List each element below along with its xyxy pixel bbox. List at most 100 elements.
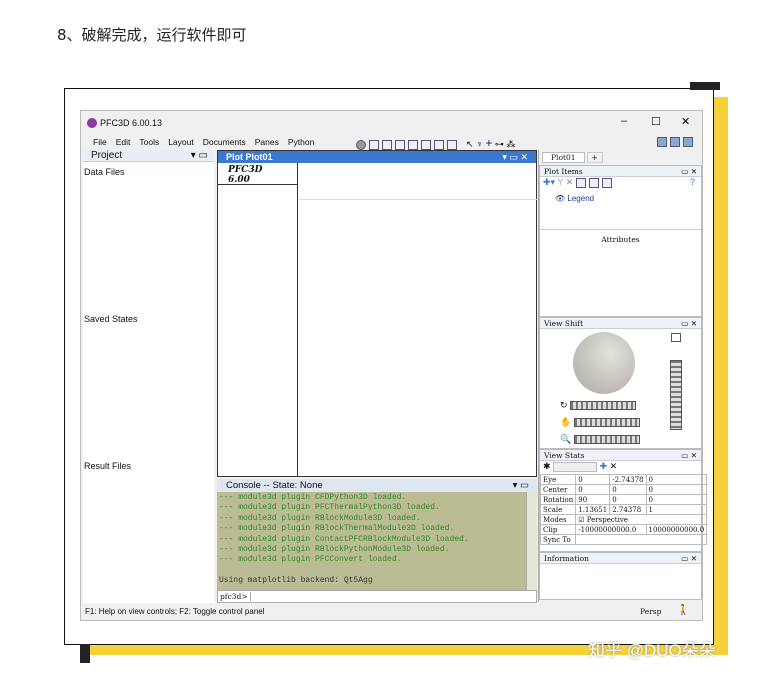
reset-view-icon[interactable] (671, 333, 681, 342)
check-icon[interactable] (447, 139, 457, 150)
pan-slider[interactable] (573, 418, 640, 428)
table-row: Modes ☑ Perspective (539, 514, 708, 525)
console-line: --- module3d plugin PFCThermalPython3D l… (219, 503, 440, 513)
pan-slider-row[interactable]: ✋ (560, 417, 640, 428)
move-icon[interactable]: + (485, 136, 492, 150)
close-button[interactable]: ✕ (681, 115, 690, 128)
delete-icon[interactable]: ✕ (566, 177, 574, 187)
pointer-icon[interactable]: ↖ (466, 139, 474, 149)
cell[interactable]: 0 (609, 494, 647, 505)
clip-min-input[interactable]: -10000000000.0 (575, 524, 647, 535)
cell[interactable]: -2.74378 (609, 474, 647, 485)
data-files-section[interactable]: Data Files (84, 167, 125, 177)
legend-title: PFC3D 6.00 (218, 163, 297, 185)
help-icon[interactable]: ? (690, 177, 695, 187)
rotate-slider[interactable] (570, 401, 637, 411)
layout3-icon[interactable] (683, 136, 693, 147)
layout-toolbar (657, 136, 696, 147)
record-icon[interactable] (356, 139, 366, 150)
minimize-button[interactable]: – (621, 115, 627, 127)
result-files-section[interactable]: Result Files (84, 461, 131, 471)
clip-max-input[interactable]: 10000000000.0 (645, 524, 708, 535)
corner-accent (690, 82, 720, 90)
corner-accent (80, 644, 90, 663)
menu-layout[interactable]: Layout (168, 137, 194, 147)
row-label: Sync To (539, 534, 577, 545)
panel-controls[interactable]: ▭ ✕ (681, 450, 697, 461)
view-stats-panel: View Stats ▭ ✕ ✱ ✚ ✕ Eye 0 -2.74378 0 Center… (539, 449, 708, 552)
tab-plot01[interactable]: Plot01 (542, 152, 585, 163)
measure-icon[interactable]: ⊶ (495, 139, 504, 149)
app-logo-icon (87, 118, 97, 128)
legend-item[interactable]: 👁 Legend (540, 191, 701, 203)
menu-documents[interactable]: Documents (203, 137, 246, 147)
camera-icon[interactable]: ✱ (543, 461, 551, 471)
control-panel: Plot01 + Plot Items ▭ ✕ ✚▾ Y ✕ ? 👁 Legend … (538, 150, 708, 602)
copy-icon[interactable] (575, 177, 586, 188)
panel-controls[interactable]: ▭ ✕ (681, 553, 697, 564)
add-item-icon[interactable]: ✚▾ (543, 177, 555, 187)
cell[interactable]: 0 (645, 474, 708, 485)
export-icon[interactable] (434, 139, 444, 150)
zoom-slider-row[interactable]: 🔍 (560, 434, 640, 445)
filter-icon[interactable]: Y (557, 177, 563, 187)
sync-select[interactable] (575, 534, 708, 545)
cell[interactable]: 0 (645, 494, 708, 505)
console-scrollbar[interactable] (526, 492, 537, 590)
panel-menu-icon[interactable]: ▾ ▭ (191, 150, 208, 162)
plot-window-controls[interactable]: ▾ ▭ ✕ (502, 151, 528, 163)
cell[interactable]: 0 (645, 484, 708, 495)
tab-add[interactable]: + (586, 152, 603, 163)
pane2-icon[interactable] (382, 139, 392, 150)
view-shift-panel: View Shift ▭ ✕ ↻ ✋ 🔍 (539, 317, 702, 449)
table-row: Eye 0 -2.74378 0 (539, 474, 708, 485)
checkbox-icon[interactable] (601, 177, 612, 188)
layout2-icon[interactable] (670, 136, 680, 147)
rotation-sphere[interactable] (573, 332, 635, 394)
cell[interactable]: 1.13651 (575, 504, 611, 515)
paste-icon[interactable] (588, 177, 599, 188)
zoom-slider[interactable] (573, 435, 640, 445)
vertical-slider[interactable] (670, 360, 682, 430)
pane-icon[interactable] (369, 139, 379, 150)
project-title: Project (91, 150, 123, 161)
rotate-slider-row[interactable]: ↻ (560, 400, 637, 411)
delete-icon[interactable]: ✕ (610, 461, 618, 471)
pane4-icon[interactable] (408, 139, 418, 150)
cell[interactable]: 0 (575, 484, 611, 495)
pane3-icon[interactable] (395, 139, 405, 150)
table-row: Clip -10000000000.0 10000000000.0 (539, 524, 708, 535)
menu-tools[interactable]: Tools (139, 137, 159, 147)
view-stats-table: Eye 0 -2.74378 0 Center 0 0 0 Rotation 90 0 0 Sca… (539, 474, 708, 545)
console-line: --- module3d plugin ContactPFCRBlockModu… (219, 534, 469, 544)
menu-file[interactable]: File (93, 137, 107, 147)
network-icon[interactable]: ⁂ (506, 139, 515, 149)
toolbar: ↖ ♆ + ⊶ ⁂ (356, 136, 515, 150)
pick-icon[interactable]: ♆ (476, 139, 483, 149)
cell[interactable]: 90 (575, 494, 611, 505)
cell[interactable]: 0 (575, 474, 611, 485)
walk-icon[interactable]: 🚶 (677, 605, 689, 616)
add-icon[interactable]: ✚ (600, 461, 608, 471)
menu-python[interactable]: Python (288, 137, 314, 147)
menu-edit[interactable]: Edit (116, 137, 131, 147)
saved-states-section[interactable]: Saved States (84, 314, 138, 324)
cell[interactable]: 1 (645, 504, 708, 515)
console-output[interactable]: --- module3d plugin CFDPython3D loaded. … (217, 492, 537, 590)
information-title: Information (544, 554, 590, 563)
perspective-checkbox[interactable]: ☑ Perspective (575, 514, 708, 525)
cell[interactable]: 2.74378 (609, 504, 647, 515)
app-window: PFC3D 6.00.13 – ☐ ✕ File Edit Tools Layout D… (80, 110, 708, 621)
print-icon[interactable] (421, 139, 431, 150)
plot-header: Plot Plot01 ▾ ▭ ✕ (218, 151, 536, 163)
perspective-label: Perspective (586, 515, 628, 524)
view-select[interactable] (553, 461, 598, 472)
console-controls[interactable]: ▾ ▭ (513, 479, 529, 492)
maximize-button[interactable]: ☐ (651, 115, 661, 128)
cell[interactable]: 0 (609, 484, 647, 495)
layout1-icon[interactable] (657, 136, 667, 147)
panel-controls[interactable]: ▭ ✕ (681, 318, 697, 329)
console-input-row: pfc3d> (217, 590, 537, 603)
panel-controls[interactable]: ▭ ✕ (681, 166, 697, 177)
menu-panes[interactable]: Panes (255, 137, 279, 147)
